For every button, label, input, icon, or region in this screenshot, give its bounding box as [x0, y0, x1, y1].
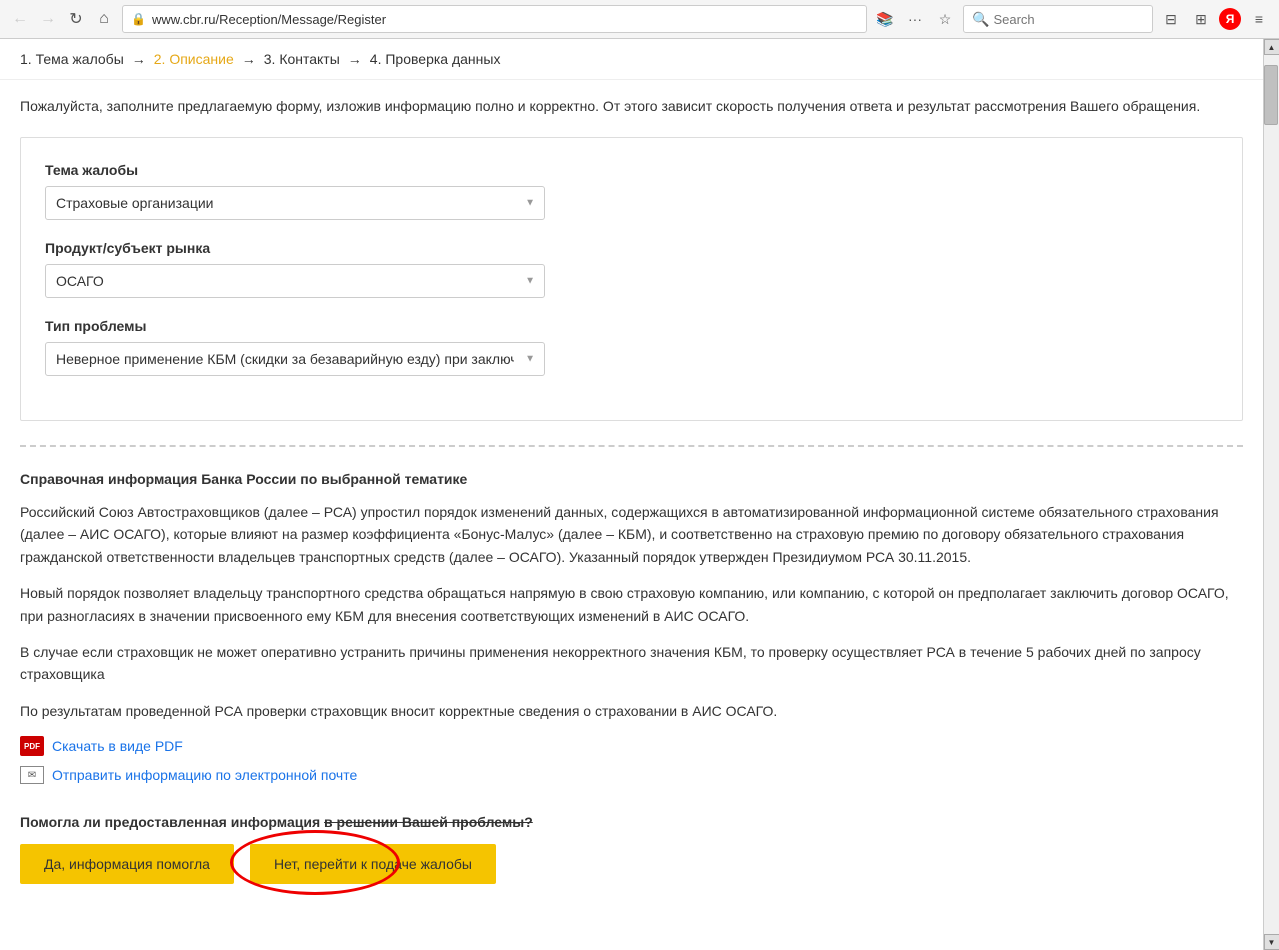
arrow-3: → [348, 51, 362, 67]
question-text: Помогла ли предоставленная информация в … [20, 814, 1243, 830]
field1-select-wrapper[interactable]: Страховые организации [45, 186, 545, 220]
email-send-link[interactable]: Отправить информацию по электронной почт… [52, 767, 357, 783]
dotted-separator [20, 445, 1243, 447]
home-button[interactable]: ⌂ [92, 7, 116, 31]
question-text-strikethrough: в решении Вашей проблемы? [324, 814, 533, 830]
intro-text: Пожалуйста, заполните предлагаемую форму… [0, 80, 1263, 137]
info-paragraph-1: Российский Союз Автостраховщиков (далее … [20, 501, 1243, 568]
question-section: Помогла ли предоставленная информация в … [20, 804, 1243, 884]
pdf-link-row: PDF Скачать в виде PDF [20, 736, 1243, 756]
buttons-row: Да, информация помогла Нет, перейти к по… [20, 844, 1243, 884]
page-content: 1. Тема жалобы → 2. Описание → 3. Контак… [0, 39, 1263, 950]
hamburger-menu[interactable]: ≡ [1247, 7, 1271, 31]
info-title: Справочная информация Банка России по вы… [20, 471, 1243, 487]
arrow-1: → [132, 51, 146, 67]
info-section: Справочная информация Банка России по вы… [20, 471, 1243, 784]
steps-bar: 1. Тема жалобы → 2. Описание → 3. Контак… [0, 39, 1263, 80]
field1-select[interactable]: Страховые организации [45, 186, 545, 220]
field2-label: Продукт/субъект рынка [45, 240, 1218, 256]
scrollbar-track[interactable] [1264, 55, 1279, 934]
scrollbar-thumb[interactable] [1264, 65, 1278, 125]
form-field-problem-type: Тип проблемы Неверное применение КБМ (ск… [45, 318, 1218, 376]
bookmarks-icon[interactable]: 📚 [873, 7, 897, 31]
form-section: Тема жалобы Страховые организации Продук… [20, 137, 1243, 421]
field2-select-wrapper[interactable]: ОСАГО [45, 264, 545, 298]
back-button[interactable]: ← [8, 7, 32, 31]
bookmark-star-icon[interactable]: ☆ [933, 7, 957, 31]
tabs-icon[interactable]: ⊞ [1189, 7, 1213, 31]
info-paragraph-4: По результатам проведенной РСА проверки … [20, 700, 1243, 722]
no-button[interactable]: Нет, перейти к подаче жалобы [250, 844, 496, 884]
info-paragraph-2: Новый порядок позволяет владельцу трансп… [20, 582, 1243, 627]
step-1: 1. Тема жалобы [20, 51, 124, 67]
sidebar-icon[interactable]: ⊟ [1159, 7, 1183, 31]
menu-dots-button[interactable]: ··· [903, 7, 927, 31]
question-text-part1: Помогла ли предоставленная информация [20, 814, 320, 830]
nav-buttons: ← → ↻ ⌂ [8, 7, 116, 31]
yandex-badge: Я [1219, 8, 1241, 30]
search-input[interactable] [993, 12, 1144, 27]
btn-no-wrapper: Нет, перейти к подаче жалобы [250, 844, 496, 884]
browser-chrome: ← → ↻ ⌂ 🔒 📚 ··· ☆ 🔍 ⊟ ⊞ Я ≡ [0, 0, 1279, 39]
toolbar-right: 📚 ··· ☆ 🔍 ⊟ ⊞ Я ≡ [873, 5, 1271, 33]
browser-toolbar: ← → ↻ ⌂ 🔒 📚 ··· ☆ 🔍 ⊟ ⊞ Я ≡ [0, 0, 1279, 38]
scrollbar-down-arrow[interactable]: ▼ [1264, 934, 1279, 950]
yes-button[interactable]: Да, информация помогла [20, 844, 234, 884]
arrow-2: → [242, 51, 256, 67]
form-field-product: Продукт/субъект рынка ОСАГО [45, 240, 1218, 298]
lock-icon: 🔒 [131, 12, 146, 26]
field2-select[interactable]: ОСАГО [45, 264, 545, 298]
email-icon: ✉ [20, 766, 44, 784]
address-bar[interactable]: 🔒 [122, 5, 867, 33]
field3-label: Тип проблемы [45, 318, 1218, 334]
field3-select[interactable]: Неверное применение КБМ (скидки за безав… [45, 342, 545, 376]
email-link-row: ✉ Отправить информацию по электронной по… [20, 766, 1243, 784]
step-2: 2. Описание [154, 51, 234, 67]
search-icon: 🔍 [972, 11, 989, 28]
forward-button[interactable]: → [36, 7, 60, 31]
field3-select-wrapper[interactable]: Неверное применение КБМ (скидки за безав… [45, 342, 545, 376]
address-input[interactable] [152, 12, 858, 27]
field1-label: Тема жалобы [45, 162, 1218, 178]
pdf-icon: PDF [20, 736, 44, 756]
page-wrapper: 1. Тема жалобы → 2. Описание → 3. Контак… [0, 39, 1279, 950]
search-box[interactable]: 🔍 [963, 5, 1153, 33]
step-4: 4. Проверка данных [370, 51, 501, 67]
intro-paragraph: Пожалуйста, заполните предлагаемую форму… [20, 96, 1243, 117]
form-field-topic: Тема жалобы Страховые организации [45, 162, 1218, 220]
info-paragraph-3: В случае если страховщик не может операт… [20, 641, 1243, 686]
pdf-download-link[interactable]: Скачать в виде PDF [52, 738, 183, 754]
scrollbar[interactable]: ▲ ▼ [1263, 39, 1279, 950]
step-3: 3. Контакты [264, 51, 340, 67]
refresh-button[interactable]: ↻ [64, 7, 88, 31]
scrollbar-up-arrow[interactable]: ▲ [1264, 39, 1279, 55]
